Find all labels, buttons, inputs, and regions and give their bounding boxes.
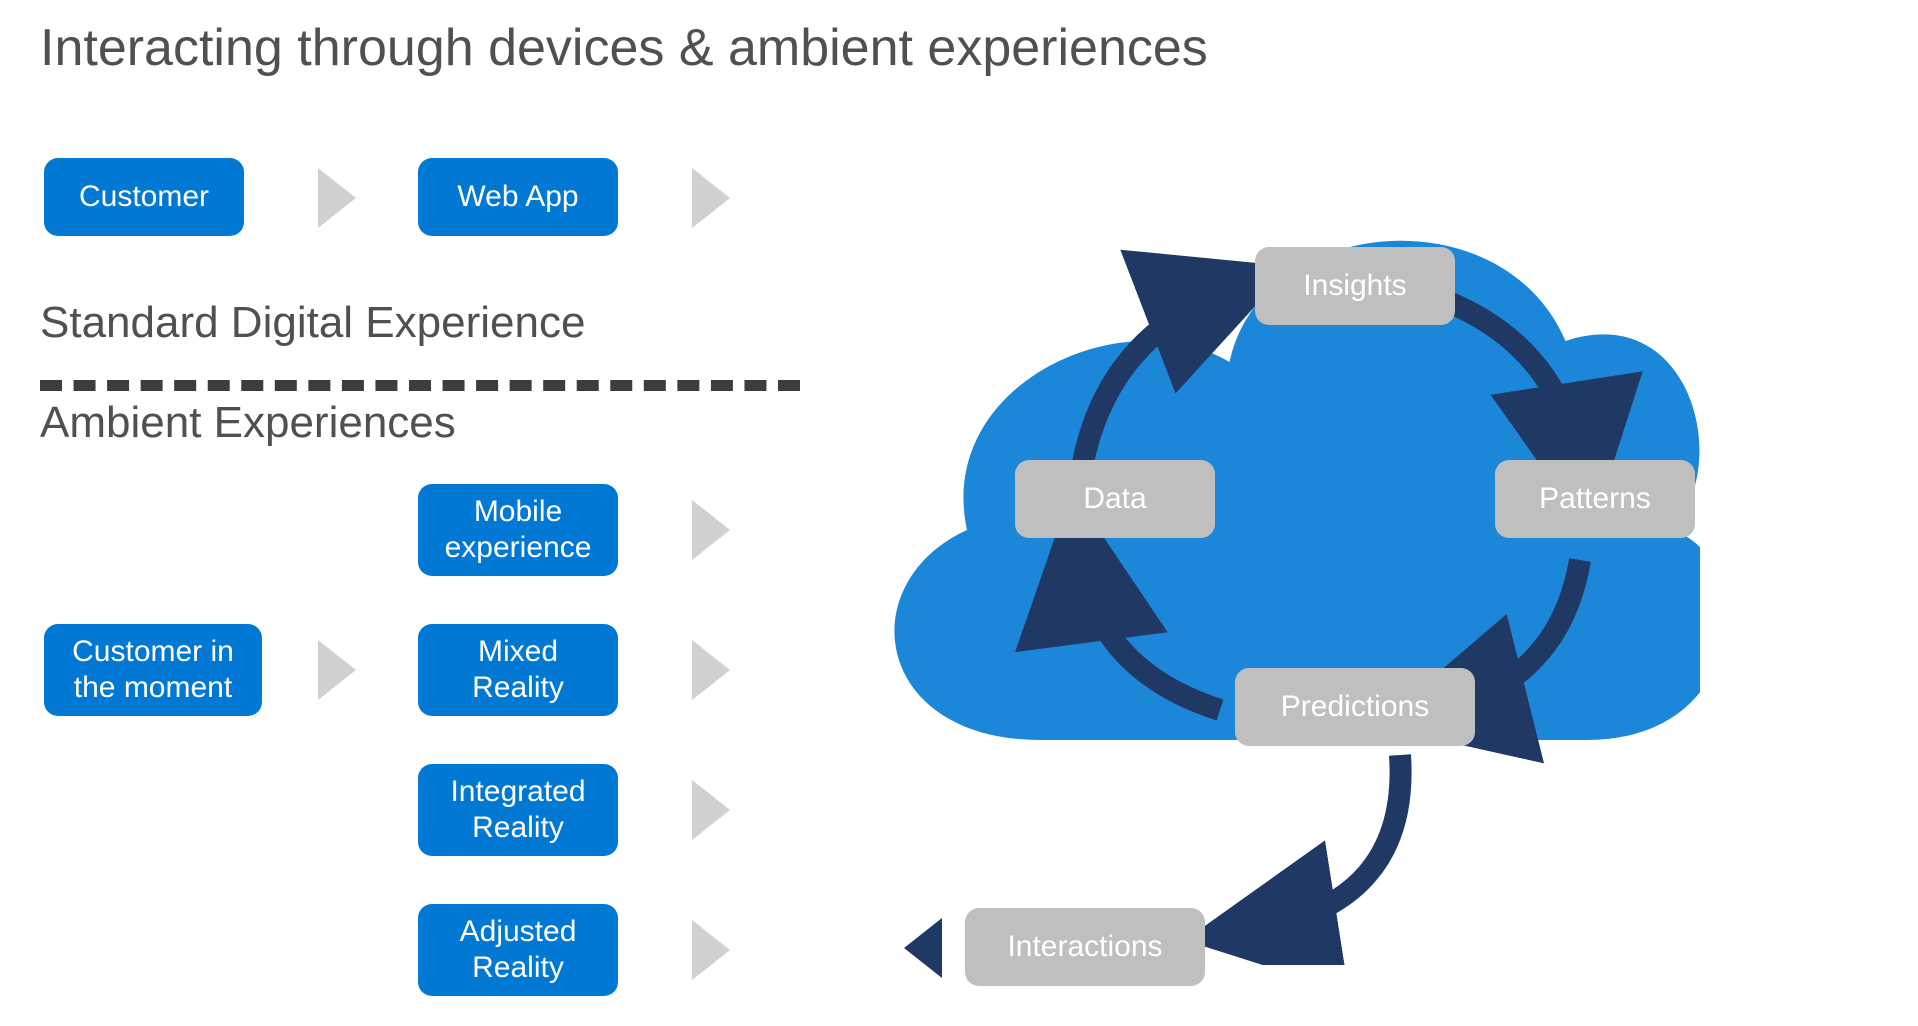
arrow-right-icon	[692, 780, 730, 840]
heading-standard: Standard Digital Experience	[40, 298, 585, 348]
slide-root: Interacting through devices & ambient ex…	[0, 0, 1918, 1026]
arrow-to-interactions	[1190, 745, 1450, 965]
box-customer-moment: Customer in the moment	[44, 624, 262, 716]
box-interactions: Interactions	[965, 908, 1205, 986]
box-channel-mixed: Mixed Reality	[418, 624, 618, 716]
arrow-right-icon	[692, 640, 730, 700]
box-channel-mobile: Mobile experience	[418, 484, 618, 576]
box-predictions: Predictions	[1235, 668, 1475, 746]
arrow-right-icon	[318, 640, 356, 700]
arrow-right-icon	[692, 500, 730, 560]
box-channel-adjusted: Adjusted Reality	[418, 904, 618, 996]
box-customer: Customer	[44, 158, 244, 236]
arrow-right-icon	[318, 168, 356, 228]
arrow-right-icon	[692, 920, 730, 980]
box-data: Data	[1015, 460, 1215, 538]
box-webapp: Web App	[418, 158, 618, 236]
arrow-left-icon	[904, 918, 942, 978]
arrow-right-icon	[692, 168, 730, 228]
heading-ambient: Ambient Experiences	[40, 398, 456, 448]
divider	[40, 380, 800, 391]
box-patterns: Patterns	[1495, 460, 1695, 538]
box-insights: Insights	[1255, 247, 1455, 325]
box-channel-integrated: Integrated Reality	[418, 764, 618, 856]
slide-title: Interacting through devices & ambient ex…	[40, 18, 1208, 78]
